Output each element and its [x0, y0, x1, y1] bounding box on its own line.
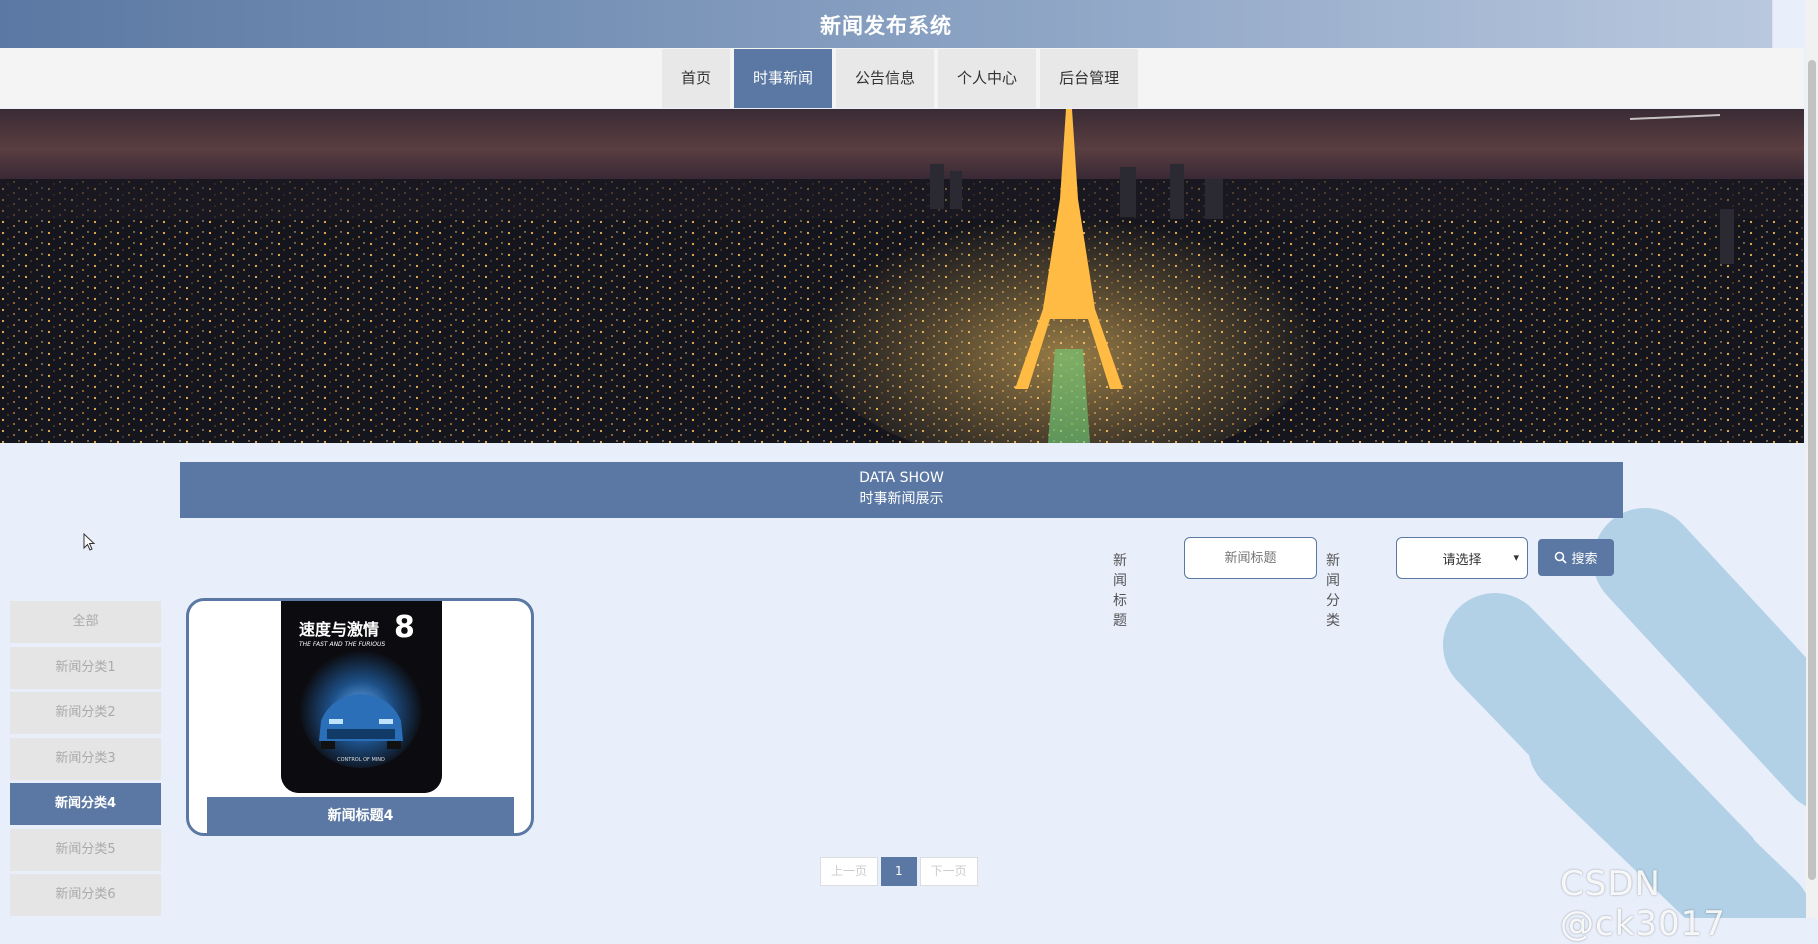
poster-headline: 速度与激情	[299, 620, 379, 639]
pagination: 上一页 1 下一页	[820, 857, 978, 886]
title-search-label: 新闻标题	[1113, 553, 1127, 629]
sidebar-item-category-2[interactable]: 新闻分类2	[10, 692, 161, 734]
nav-announcements[interactable]: 公告信息	[836, 49, 935, 108]
news-card[interactable]: 速度与激情 8 THE FAST AND THE FURIOUS CONTROL…	[186, 598, 534, 836]
category-selected-value: 请选择	[1442, 552, 1482, 568]
section-header: DATA SHOW 时事新闻展示	[180, 462, 1623, 518]
sidebar-item-category-5[interactable]: 新闻分类5	[10, 828, 161, 871]
news-card-image: 速度与激情 8 THE FAST AND THE FURIOUS CONTROL…	[281, 601, 442, 793]
watermark: CSDN @ck3017	[1560, 864, 1726, 944]
current-page[interactable]: 1	[881, 857, 917, 886]
category-select[interactable]: 请选择 ▾	[1396, 537, 1528, 579]
next-page-button[interactable]: 下一页	[919, 857, 978, 886]
nav-admin[interactable]: 后台管理	[1040, 49, 1139, 108]
news-card-title[interactable]: 新闻标题4	[207, 797, 514, 833]
nav-current-news[interactable]: 时事新闻	[734, 49, 833, 108]
title-search-input[interactable]	[1184, 537, 1317, 579]
sidebar-item-category-4[interactable]: 新闻分类4	[10, 783, 161, 825]
search-button-label: 搜索	[1571, 552, 1598, 567]
category-sidebar: 全部 新闻分类1 新闻分类2 新闻分类3 新闻分类4 新闻分类5 新闻分类6	[10, 601, 161, 920]
section-title-cn: 时事新闻展示	[859, 491, 944, 507]
sidebar-item-category-1[interactable]: 新闻分类1	[10, 646, 161, 689]
category-search-label: 新闻分类	[1326, 553, 1340, 629]
nav-personal-center[interactable]: 个人中心	[938, 49, 1037, 108]
site-title: 新闻发布系统	[820, 14, 952, 38]
chevron-down-icon: ▾	[1513, 551, 1519, 564]
sidebar-item-category-3[interactable]: 新闻分类3	[10, 737, 161, 780]
mouse-cursor-icon	[83, 533, 96, 551]
sidebar-item-all[interactable]: 全部	[10, 601, 161, 643]
search-icon	[1555, 551, 1568, 564]
prev-page-button[interactable]: 上一页	[820, 857, 879, 886]
section-title-en: DATA SHOW	[859, 470, 944, 486]
poster-number: 8	[394, 610, 415, 645]
nav-home[interactable]: 首页	[662, 49, 731, 108]
poster-tagline: CONTROL OF MIND	[337, 757, 385, 763]
banner-image	[0, 109, 1804, 443]
scrollbar-thumb[interactable]	[1808, 60, 1816, 880]
search-button[interactable]: 搜索	[1538, 539, 1614, 576]
main-nav: 首页 时事新闻 公告信息 个人中心 后台管理	[0, 48, 1804, 108]
vertical-scrollbar[interactable]	[1806, 0, 1818, 918]
top-header: 新闻发布系统	[0, 0, 1772, 48]
sidebar-item-category-6[interactable]: 新闻分类6	[10, 874, 161, 916]
poster-subtitle: THE FAST AND THE FURIOUS	[299, 641, 385, 648]
